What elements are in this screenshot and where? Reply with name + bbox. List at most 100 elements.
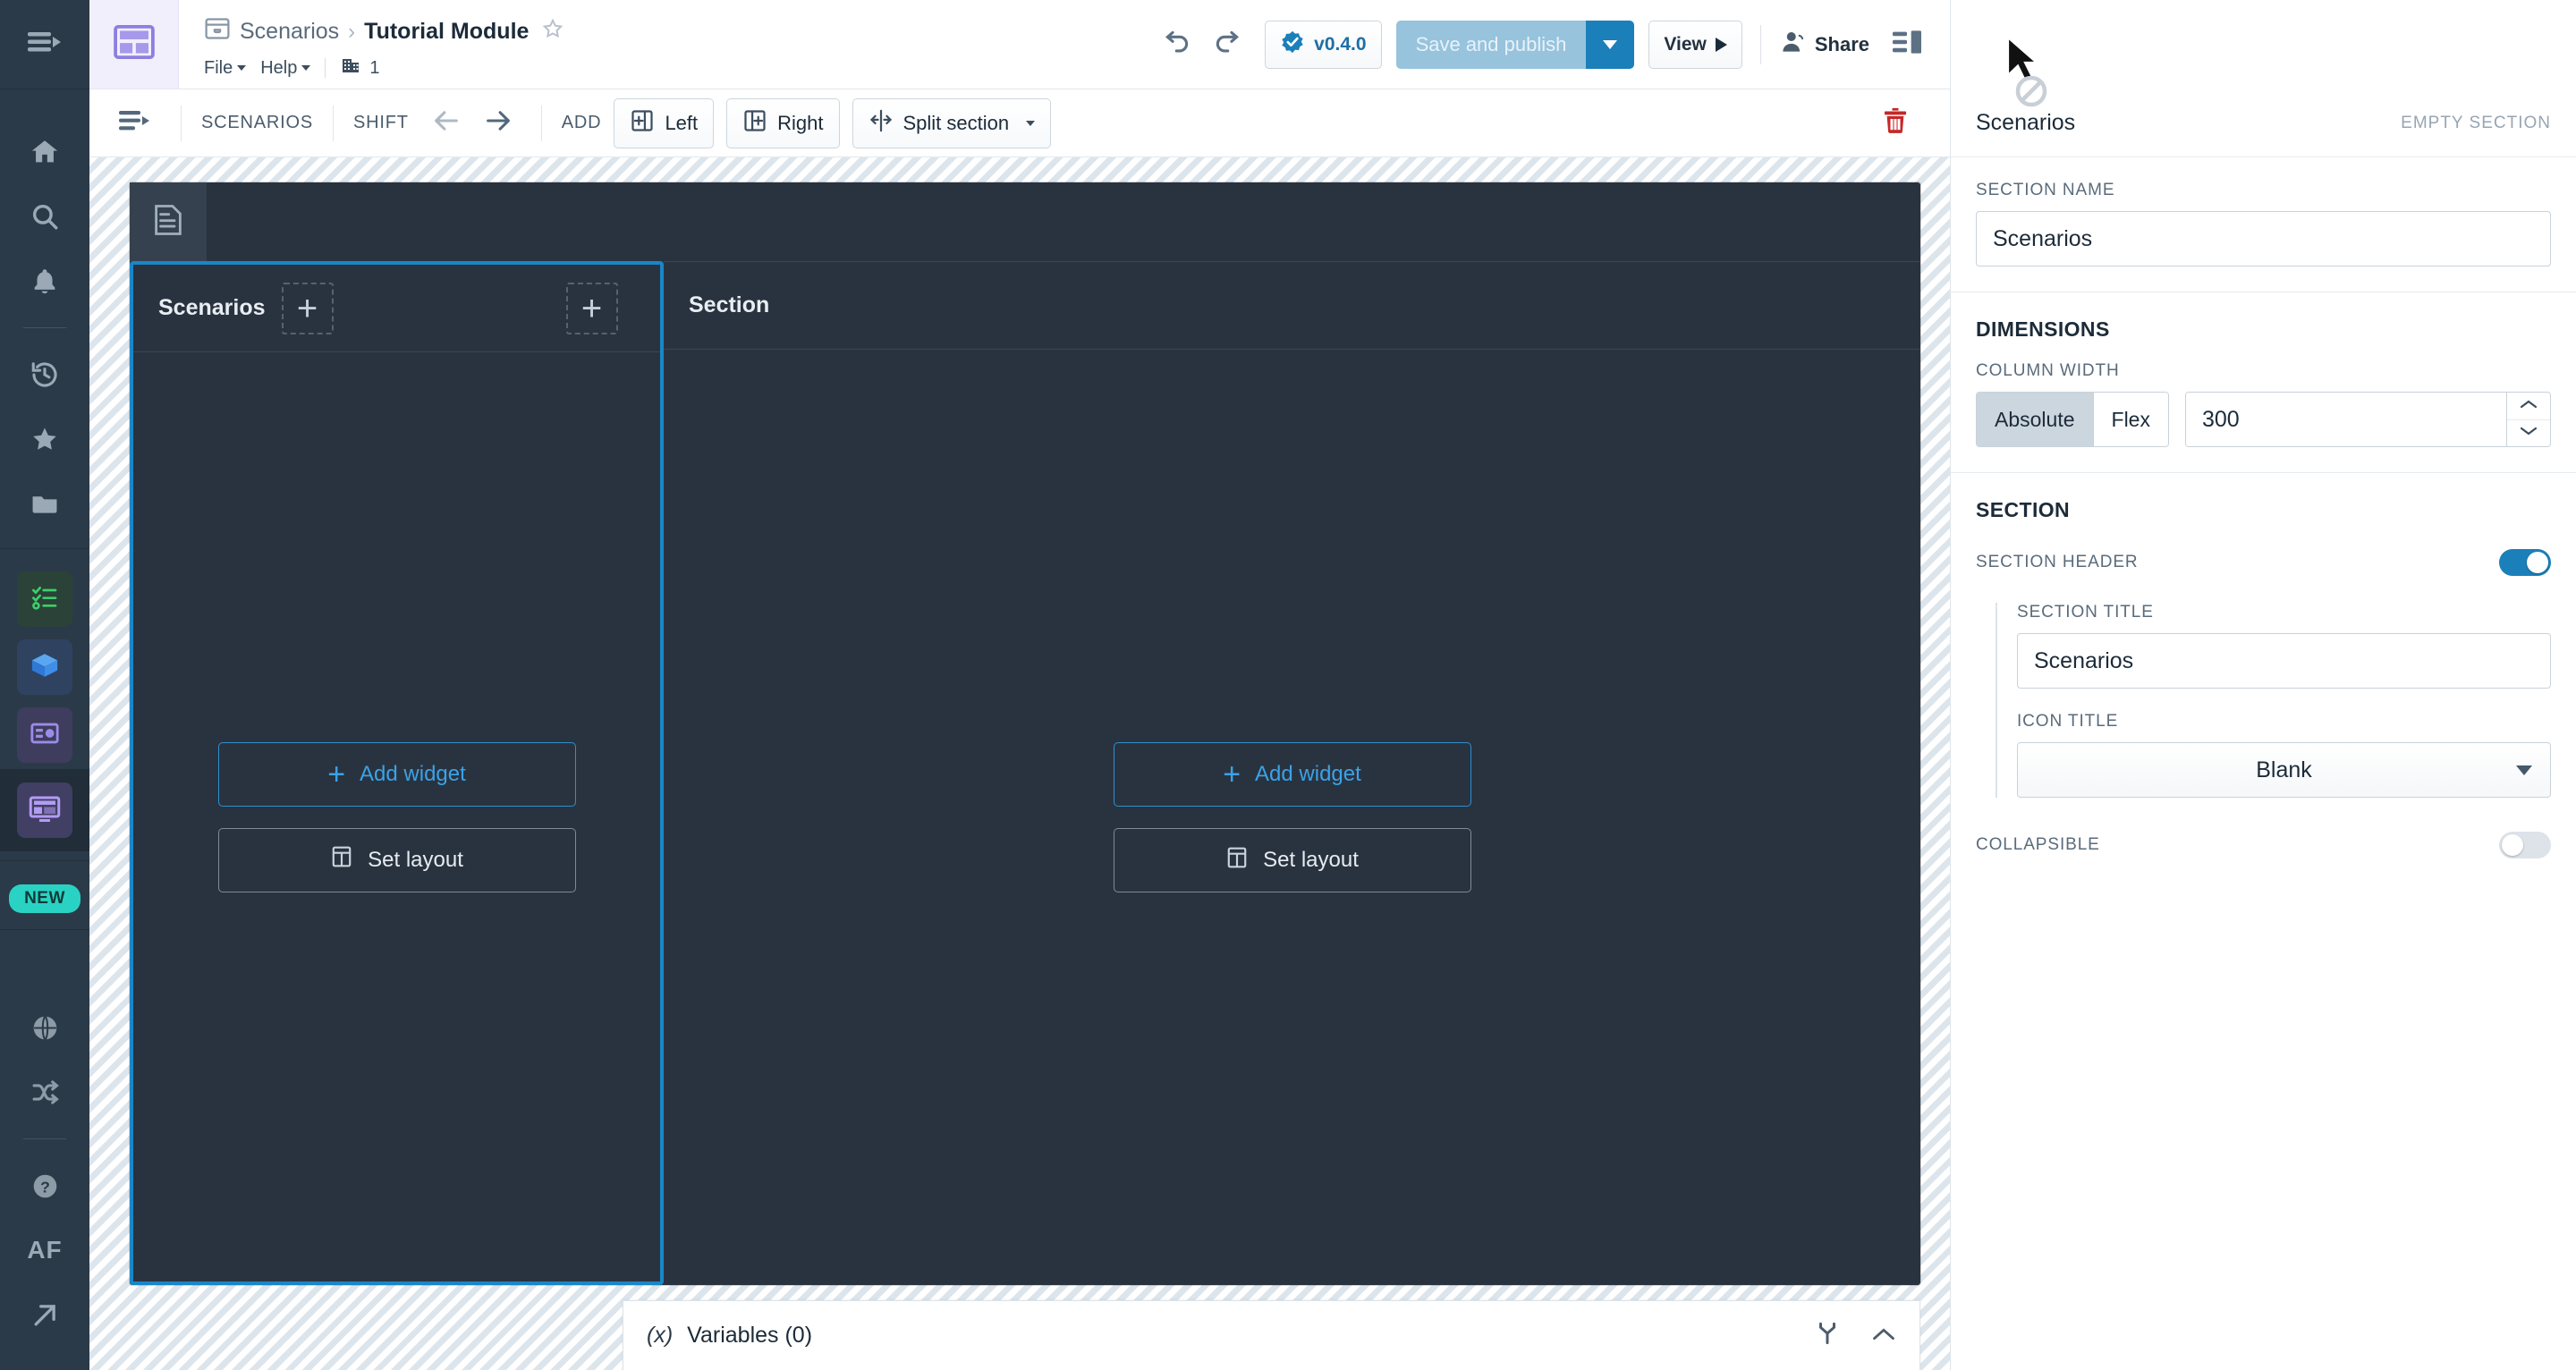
menu-help[interactable]: Help — [260, 58, 311, 79]
sidebar-item-notifications[interactable] — [17, 253, 72, 309]
width-mode-flex[interactable]: Flex — [2092, 393, 2168, 446]
stepper-decrement[interactable] — [2507, 420, 2550, 447]
chevron-down-icon — [301, 65, 311, 71]
sidebar-item-help[interactable]: ? — [17, 1158, 72, 1214]
section-generic[interactable]: Section + Add widget Set layout — [664, 261, 1920, 1285]
icon-title-select[interactable]: Blank — [2017, 742, 2551, 798]
sidebar-item-projects[interactable] — [17, 476, 72, 531]
insert-left-icon — [630, 108, 655, 139]
module-icon-badge[interactable] — [89, 0, 179, 89]
sidebar-item-shuffle[interactable] — [17, 1064, 72, 1120]
shift-right-button[interactable] — [475, 100, 521, 147]
menu-file-label: File — [204, 57, 233, 78]
redo-button[interactable] — [1202, 20, 1252, 70]
sections-row: Scenarios + + + Add widget Set layout Se… — [130, 261, 1920, 1285]
sidebar-item-globe[interactable] — [17, 1000, 72, 1055]
toolbar-add-label: ADD — [561, 113, 602, 132]
share-button[interactable]: Share — [1779, 29, 1869, 61]
save-and-publish-button[interactable]: Save and publish — [1395, 20, 1587, 69]
star-icon — [30, 424, 60, 454]
add-right-button[interactable]: Right — [726, 97, 840, 148]
menu-file[interactable]: File — [204, 57, 247, 79]
save-and-publish-dropdown[interactable] — [1586, 20, 1635, 69]
version-button[interactable]: v0.4.0 — [1265, 20, 1382, 69]
history-clock-icon — [30, 359, 60, 390]
rail-bottom-group: ? AF — [0, 995, 89, 1370]
sidebar-item-favorites[interactable] — [17, 411, 72, 467]
add-left-button[interactable]: Left — [614, 97, 715, 148]
set-layout-button[interactable]: Set layout — [217, 827, 576, 892]
breadcrumb-parent[interactable]: Scenarios — [240, 19, 339, 45]
ontology-icon — [30, 718, 60, 753]
breadcrumb: Scenarios › Tutorial Module File Help 1 — [179, 0, 1152, 89]
branch-icon[interactable] — [1814, 1320, 1841, 1351]
sidebar-item-recent[interactable] — [17, 347, 72, 402]
delete-section-button[interactable] — [1880, 106, 1911, 140]
chevron-up-icon[interactable] — [1871, 1322, 1896, 1349]
rail-divider — [23, 327, 66, 328]
sidebar-item-object-explorer-app[interactable] — [17, 639, 72, 695]
workshop-app-tile — [17, 782, 72, 838]
right-panel-toggle-button[interactable] — [1882, 20, 1932, 70]
section-name-label: SECTION NAME — [1976, 181, 2115, 199]
new-badge: NEW — [9, 884, 80, 913]
section-add-widget-left[interactable]: + — [281, 282, 334, 334]
add-right-label: Right — [777, 111, 824, 134]
split-section-button[interactable]: Split section — [852, 97, 1052, 148]
building-icon — [340, 55, 361, 81]
width-mode-absolute[interactable]: Absolute — [1977, 393, 2093, 446]
undo-button[interactable] — [1152, 20, 1202, 70]
sidebar-item-home[interactable] — [17, 124, 72, 180]
rail-app-list — [0, 548, 89, 769]
main-column: Scenarios › Tutorial Module File Help 1 … — [89, 0, 1950, 1370]
collapsible-label: COLLAPSIBLE — [1976, 835, 2100, 854]
left-rail: NEW ? AF — [0, 0, 89, 1370]
canvas-area: Scenarios + + + Add widget Set layout Se… — [89, 157, 1950, 1370]
icon-title-value: Blank — [2256, 757, 2312, 782]
insert-right-icon — [742, 108, 767, 139]
column-width-stepper — [2184, 392, 2551, 447]
add-widget-button[interactable]: + Add widget — [1113, 742, 1471, 807]
split-section-label: Split section — [902, 111, 1010, 134]
sidebar-item-checklist-app[interactable] — [17, 571, 72, 627]
page-title: Tutorial Module — [364, 19, 530, 44]
rail-expand-button[interactable] — [0, 0, 89, 89]
bell-icon — [30, 266, 60, 296]
fx-icon: (x) — [647, 1323, 674, 1348]
shift-left-button[interactable] — [423, 100, 470, 147]
view-button[interactable]: View — [1648, 20, 1742, 69]
sidebar-item-user-initials[interactable]: AF — [17, 1222, 72, 1278]
toggle-knob — [2527, 552, 2548, 573]
variables-bar-left: (x) Variables (0) — [647, 1323, 812, 1349]
section-scenarios[interactable]: Scenarios + + + Add widget Set layout — [130, 261, 664, 1285]
layout-monitor-icon — [29, 792, 61, 829]
module-layout-icon — [113, 25, 155, 63]
section-name-input[interactable] — [1976, 211, 2551, 266]
sidebar-item-workshop-app[interactable] — [0, 769, 89, 851]
star-outline-icon[interactable] — [541, 17, 564, 47]
tree-collapse-button[interactable] — [107, 97, 161, 150]
section-title-input[interactable] — [2017, 633, 2551, 689]
section-add-widget-right[interactable]: + — [565, 282, 618, 334]
sidebar-item-open-external[interactable] — [17, 1287, 72, 1342]
sidebar-item-search[interactable] — [17, 189, 72, 244]
set-layout-button[interactable]: Set layout — [1113, 828, 1471, 892]
add-widget-button[interactable]: + Add widget — [217, 741, 576, 807]
properties-panel-header: Scenarios EMPTY SECTION — [1951, 89, 2576, 157]
org-indicator[interactable]: 1 — [340, 55, 380, 81]
header-actions: v0.4.0 Save and publish View Share — [1152, 0, 1950, 89]
app-root: NEW ? AF Scenarios › Tutorial Module Fil… — [0, 0, 2576, 1370]
section-header-toggle[interactable] — [2499, 549, 2551, 576]
stepper-increment[interactable] — [2506, 393, 2550, 420]
column-width-input[interactable] — [2185, 393, 2506, 446]
arrow-up-right-icon — [30, 1300, 60, 1330]
breadcrumb-separator: › — [348, 19, 356, 44]
sidebar-item-ontology-app[interactable] — [17, 707, 72, 763]
toolbar-divider-3 — [540, 105, 542, 141]
collapsible-toggle[interactable] — [2499, 832, 2551, 858]
variables-bar[interactable]: (x) Variables (0) — [623, 1300, 1920, 1370]
plus-icon: + — [580, 288, 603, 328]
dimensions-heading: DIMENSIONS — [1976, 317, 2110, 341]
stepper-buttons — [2505, 393, 2550, 447]
board-logo-tile[interactable] — [130, 182, 207, 261]
